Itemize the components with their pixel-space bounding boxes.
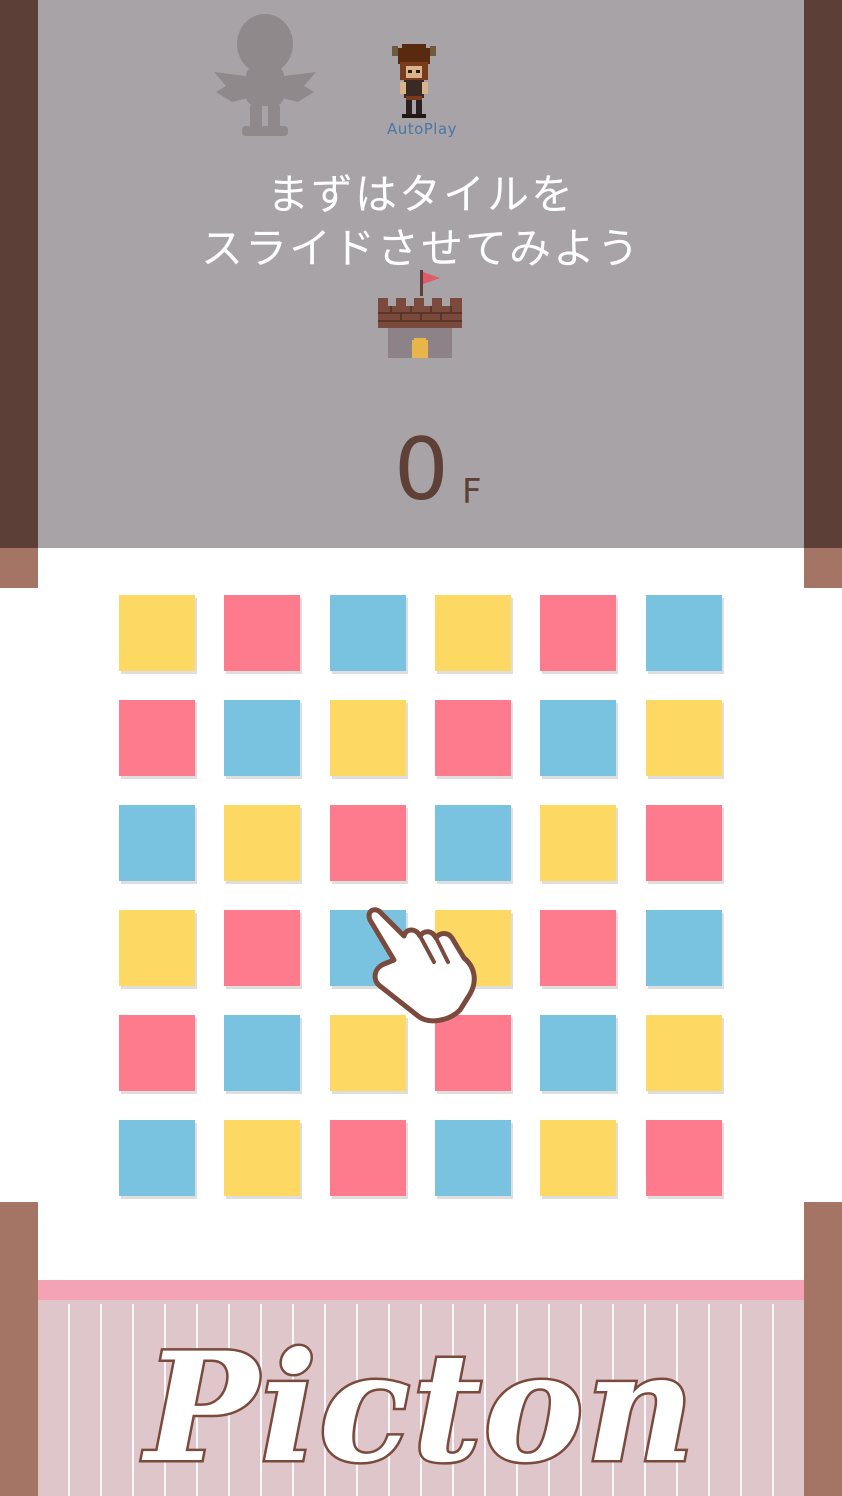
tile-yellow[interactable] — [119, 595, 195, 671]
tile-pink[interactable] — [119, 700, 195, 776]
pink-band — [38, 1280, 804, 1300]
tile-yellow[interactable] — [540, 1120, 616, 1196]
tile-blue[interactable] — [646, 595, 722, 671]
picton-logo: Picton — [139, 1318, 698, 1496]
tile-pink[interactable] — [119, 1015, 195, 1091]
tile-board — [0, 0, 842, 1496]
tile-pink[interactable] — [540, 910, 616, 986]
logo-text: Picton — [141, 1320, 697, 1496]
tile-pink[interactable] — [435, 700, 511, 776]
tile-yellow[interactable] — [435, 595, 511, 671]
tile-yellow[interactable] — [224, 1120, 300, 1196]
pointing-hand-icon — [366, 907, 477, 1024]
tile-pink[interactable] — [224, 595, 300, 671]
tile-blue[interactable] — [435, 805, 511, 881]
tile-blue[interactable] — [119, 1120, 195, 1196]
tile-blue[interactable] — [646, 910, 722, 986]
tile-blue[interactable] — [540, 1015, 616, 1091]
tile-pink[interactable] — [646, 805, 722, 881]
tile-blue[interactable] — [119, 805, 195, 881]
tile-pink[interactable] — [646, 1120, 722, 1196]
tile-blue[interactable] — [435, 1120, 511, 1196]
tile-pink[interactable] — [435, 1015, 511, 1091]
tile-pink[interactable] — [224, 910, 300, 986]
tile-yellow[interactable] — [646, 700, 722, 776]
tile-yellow[interactable] — [224, 805, 300, 881]
tile-blue[interactable] — [330, 595, 406, 671]
tile-yellow[interactable] — [330, 1015, 406, 1091]
tile-yellow[interactable] — [330, 700, 406, 776]
tile-pink[interactable] — [330, 1120, 406, 1196]
tile-yellow[interactable] — [646, 1015, 722, 1091]
tile-yellow[interactable] — [540, 805, 616, 881]
tile-blue[interactable] — [224, 700, 300, 776]
tile-pink[interactable] — [330, 805, 406, 881]
tile-blue[interactable] — [224, 1015, 300, 1091]
tile-blue[interactable] — [540, 700, 616, 776]
tile-yellow[interactable] — [119, 910, 195, 986]
tile-pink[interactable] — [540, 595, 616, 671]
